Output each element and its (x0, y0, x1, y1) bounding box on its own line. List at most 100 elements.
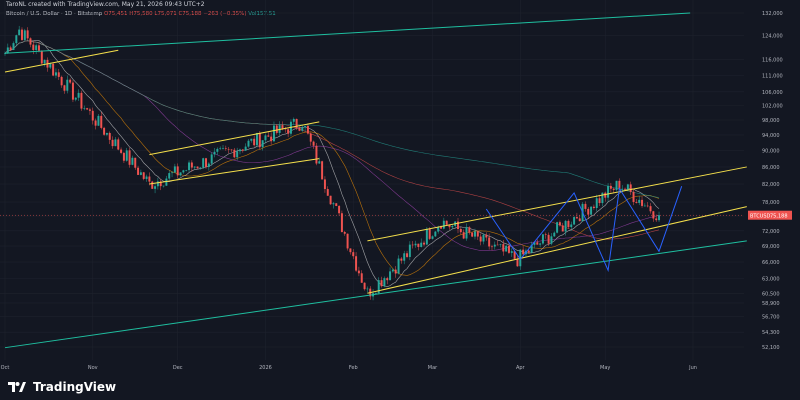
candle-body (173, 166, 176, 173)
y-tick-label: 54,300 (762, 330, 780, 336)
y-tick-label: 69,000 (762, 244, 780, 250)
y-tick-label: 78,000 (762, 200, 780, 206)
price-chart[interactable]: 52,100 54,300 56,700 58,900 60,500 63,000 66,0… (0, 0, 800, 400)
candle-body (37, 45, 40, 51)
candle-body (357, 270, 360, 274)
candle-body (128, 150, 131, 165)
candle-body (74, 97, 77, 100)
candle-body (643, 205, 646, 207)
candle-body (207, 163, 210, 168)
candle-body (105, 132, 108, 135)
candle-body (541, 234, 544, 244)
candle-body (275, 125, 278, 133)
candle-body (343, 231, 346, 234)
last-price-value: 75,188 (770, 214, 788, 220)
tradingview-logo-icon (8, 382, 26, 392)
candle-body (230, 149, 233, 151)
candle-body (609, 185, 612, 189)
candle-body (360, 273, 363, 283)
candle-body (145, 176, 148, 179)
candle-body (389, 271, 392, 281)
candle-body (488, 237, 491, 247)
candle-body (205, 158, 208, 168)
tradingview-logo-text: TradingView (33, 380, 117, 394)
candle-body (83, 108, 86, 109)
candle-body (420, 242, 423, 247)
candle-body (63, 85, 66, 91)
candle-body (241, 149, 244, 151)
candle-body (564, 220, 567, 232)
candle-body (474, 231, 476, 237)
candle-body (329, 195, 332, 205)
drawings (4, 12, 747, 349)
candle-body (332, 203, 335, 205)
y-tick-label: 106,000 (762, 90, 783, 96)
candle-body (547, 234, 550, 244)
candle-body (190, 162, 193, 168)
x-tick-label: Apr (516, 365, 526, 371)
candle-body (253, 138, 256, 146)
candle-body (604, 192, 607, 198)
candle-body (658, 215, 661, 221)
candle-body (352, 252, 355, 257)
candle-body (69, 79, 72, 83)
candle-body (406, 253, 409, 257)
candle-body (499, 244, 502, 245)
candle-body (227, 148, 230, 150)
candle-body (162, 185, 165, 187)
y-tick-label: 102,000 (762, 104, 783, 110)
candle-body (66, 79, 69, 91)
candle-body (244, 146, 247, 151)
candle-body (553, 232, 556, 237)
candle-body (462, 232, 465, 239)
y-tick-label: 98,000 (762, 118, 780, 124)
candle-body (272, 125, 275, 142)
y-tick-label: 86,000 (762, 165, 780, 171)
early-channel-line (4, 49, 119, 73)
candle-body (442, 220, 445, 229)
candle-body (558, 222, 561, 226)
candle-body (445, 220, 448, 225)
candle-body (624, 188, 627, 190)
candle-body (397, 258, 400, 274)
y-tick-label: 132,000 (762, 11, 783, 17)
last-price-symbol: BTCUSD (750, 214, 771, 220)
candle-body (15, 35, 18, 44)
candle-body (425, 228, 428, 245)
candle-body (86, 108, 89, 110)
candle-body (590, 206, 593, 215)
candle-body (94, 120, 97, 126)
moving-average-line (4, 40, 660, 251)
x-tick-label: 2026 (259, 365, 272, 371)
candle-body (264, 135, 267, 141)
candle-body (117, 139, 120, 150)
candle-body (9, 47, 12, 50)
candle-body (646, 205, 649, 207)
last-price-tag: BTCUSD 75,188 (748, 210, 792, 220)
candle-body (578, 218, 581, 222)
candle-body (77, 92, 80, 98)
candles (4, 25, 661, 301)
candle-body (168, 173, 171, 179)
candle-body (301, 127, 304, 131)
candle-body (236, 151, 239, 158)
candle-body (270, 136, 273, 142)
candle-body (516, 258, 519, 267)
candle-body (493, 244, 496, 247)
candle-body (261, 140, 264, 148)
candle-body (507, 245, 510, 253)
candle-body (18, 29, 21, 36)
candle-body (12, 43, 15, 50)
candle-body (202, 158, 205, 168)
candle-body (304, 125, 307, 128)
candle-body (649, 206, 652, 212)
candle-body (71, 82, 74, 100)
y-tick-label: 72,000 (762, 229, 780, 235)
candle-body (91, 110, 94, 121)
candle-body (621, 188, 624, 190)
candle-body (137, 167, 140, 175)
y-tick-label: 90,000 (762, 149, 780, 155)
candle-body (414, 243, 417, 246)
candle-body (386, 278, 389, 281)
candle-body (391, 269, 394, 272)
